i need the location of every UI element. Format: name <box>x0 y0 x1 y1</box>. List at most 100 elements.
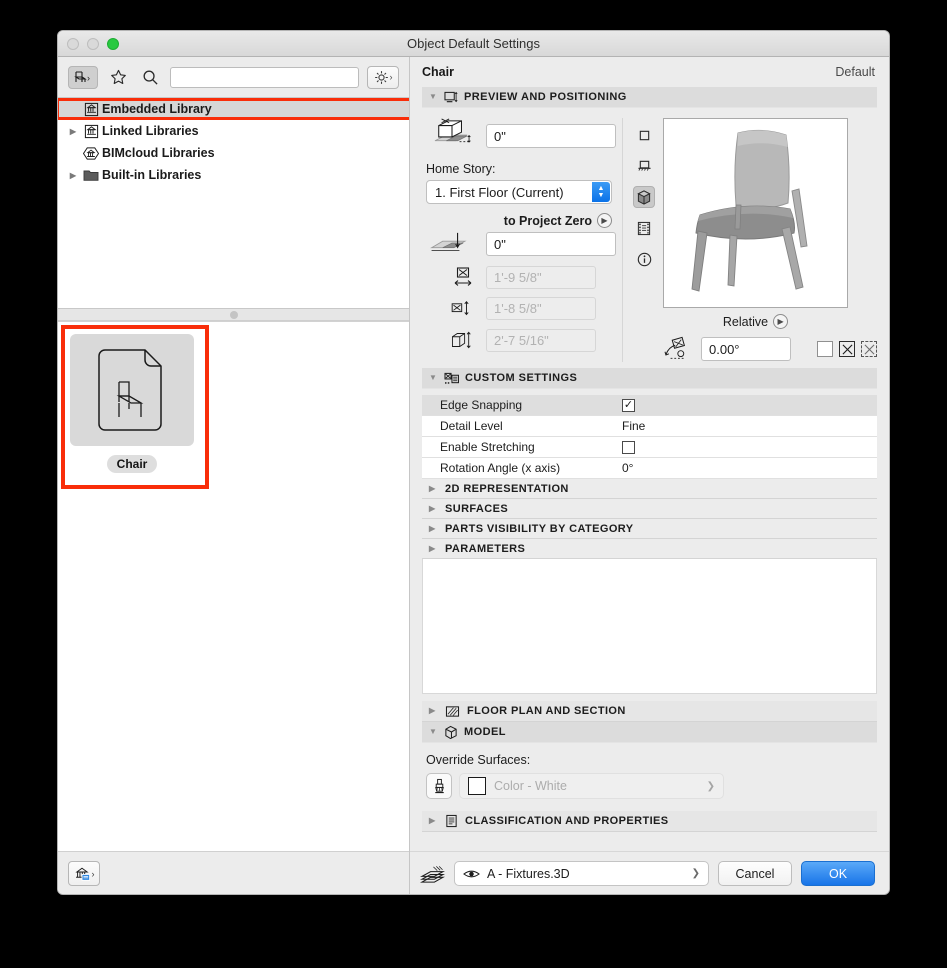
section-title: FLOOR PLAN AND SECTION <box>467 705 626 717</box>
box-on-story-icon <box>426 118 478 154</box>
chevron-down-icon[interactable] <box>429 728 438 736</box>
height-input[interactable]: 2'-7 5/16" <box>486 328 596 352</box>
custom-settings-icon <box>444 372 459 385</box>
tree-item-built-in-libraries[interactable]: ▶ Built-in Libraries <box>58 164 409 186</box>
animation-filmstrip-icon[interactable] <box>633 217 655 239</box>
layers-stack-icon[interactable] <box>420 864 445 884</box>
rotation-angle-input[interactable]: 0.00° <box>701 337 791 361</box>
library-item-chair[interactable]: Chair <box>70 334 194 473</box>
subsection-title: 2D REPRESENTATION <box>445 482 569 495</box>
chair-document-icon <box>70 334 194 446</box>
chair-3d-render[interactable] <box>663 118 848 308</box>
edge-snapping-checkbox[interactable]: ✓ <box>622 398 635 412</box>
library-manager-icon[interactable]: › <box>68 861 100 886</box>
subsection-parts-visibility[interactable]: PARTS VISIBILITY BY CATEGORY <box>422 519 877 539</box>
layer-select[interactable]: A - Fixtures.3D ❯ <box>454 861 709 886</box>
table-row[interactable]: Edge Snapping ✓ <box>422 395 877 416</box>
top-view-icon[interactable] <box>633 124 655 146</box>
elevation-to-zero-input[interactable]: 0" <box>486 232 616 256</box>
panel-splitter[interactable] <box>58 309 409 321</box>
3d-view-icon[interactable] <box>633 186 655 208</box>
section-header-model[interactable]: MODEL <box>422 722 877 743</box>
search-input[interactable] <box>170 66 359 88</box>
title-bar: Object Default Settings <box>58 31 889 57</box>
window-body: › › Embedded Library ▶ Linked Libraries … <box>58 57 889 894</box>
chair-object-icon[interactable]: › <box>68 65 98 89</box>
relative-row[interactable]: Relative ▶ <box>663 314 848 329</box>
floor-plan-section-icon <box>445 705 460 718</box>
library-item-label: Chair <box>106 455 158 473</box>
star-icon[interactable] <box>106 66 130 89</box>
empty-checkbox[interactable] <box>817 341 833 357</box>
section-title: MODEL <box>464 726 506 738</box>
gear-icon[interactable]: › <box>367 65 399 89</box>
section-header-floor-plan-section[interactable]: FLOOR PLAN AND SECTION <box>422 701 877 722</box>
section-header-custom-settings[interactable]: CUSTOM SETTINGS <box>422 368 877 389</box>
tree-item-linked-libraries[interactable]: ▶ Linked Libraries <box>58 120 409 142</box>
table-row[interactable]: Enable Stretching <box>422 437 877 458</box>
section-title: CLASSIFICATION AND PROPERTIES <box>465 815 669 827</box>
cancel-button[interactable]: Cancel <box>718 861 792 886</box>
tree-item-label: Linked Libraries <box>102 124 199 138</box>
preview-column: Relative ▶ 0.00° <box>659 118 877 362</box>
splitter-grip[interactable] <box>229 310 238 319</box>
depth-input[interactable]: 1'-8 5/8" <box>486 297 596 320</box>
chevron-right-icon[interactable]: ▶ <box>66 171 80 180</box>
tree-item-label: BIMcloud Libraries <box>102 146 215 160</box>
search-icon[interactable] <box>138 66 162 89</box>
chevron-right-icon[interactable] <box>429 545 438 553</box>
surface-color-swatch <box>468 777 486 795</box>
tree-item-bimcloud-libraries[interactable]: BIMcloud Libraries <box>58 142 409 164</box>
chevron-right-icon[interactable]: ❯ <box>692 868 700 879</box>
chevron-right-icon[interactable] <box>429 505 438 513</box>
front-elevation-icon[interactable] <box>633 155 655 177</box>
layer-name: A - Fixtures.3D <box>487 866 570 881</box>
section-title: PREVIEW AND POSITIONING <box>464 91 627 103</box>
dialog-footer: A - Fixtures.3D ❯ Cancel OK <box>410 851 889 894</box>
paint-brush-icon[interactable] <box>426 773 452 799</box>
section-header-classification-properties[interactable]: CLASSIFICATION AND PROPERTIES <box>422 811 877 832</box>
subsection-surfaces[interactable]: SURFACES <box>422 499 877 519</box>
home-story-select[interactable]: 1. First Floor (Current) ▲ ▼ <box>426 180 612 204</box>
chevron-down-icon[interactable] <box>429 93 438 101</box>
ok-button[interactable]: OK <box>801 861 875 886</box>
subsection-parameters[interactable]: PARAMETERS <box>422 539 877 559</box>
depth-row: 1'-8 5/8" <box>426 297 622 320</box>
stepper-icon[interactable]: ▲ ▼ <box>592 182 610 202</box>
library-tree: Embedded Library ▶ Linked Libraries BIMc… <box>58 97 409 309</box>
mirrored-solid-icon[interactable] <box>839 341 855 357</box>
svg-text:›: › <box>87 73 90 83</box>
mirrored-dashed-icon[interactable] <box>861 341 877 357</box>
chevron-right-icon[interactable]: ❯ <box>707 781 715 792</box>
library-bank-icon <box>80 124 102 139</box>
tree-item-embedded-library[interactable]: Embedded Library <box>58 98 409 120</box>
table-row[interactable]: Rotation Angle (x axis) 0° <box>422 458 877 479</box>
subsection-2d-representation[interactable]: 2D REPRESENTATION <box>422 479 877 499</box>
table-row[interactable]: Detail Level Fine <box>422 416 877 437</box>
eye-icon[interactable] <box>463 868 480 880</box>
preview-area: Relative ▶ 0.00° <box>622 118 877 362</box>
subsection-title: PARAMETERS <box>445 542 526 555</box>
width-input[interactable]: 1'-9 5/8" <box>486 265 596 289</box>
surface-select[interactable]: Color - White ❯ <box>459 773 724 799</box>
chevron-right-icon[interactable]: ▶ <box>773 314 789 329</box>
info-icon[interactable] <box>633 248 655 270</box>
chevron-right-icon[interactable] <box>429 525 438 533</box>
to-project-zero-label: to Project Zero <box>503 213 592 228</box>
to-project-zero-row[interactable]: to Project Zero ▶ <box>426 213 612 228</box>
height-dimension-icon <box>450 328 476 352</box>
chevron-right-icon[interactable]: ▶ <box>66 127 80 136</box>
settings-header: Chair Default <box>410 57 889 87</box>
chevron-right-icon[interactable]: ▶ <box>597 213 612 228</box>
surface-name: Color - White <box>494 779 567 793</box>
chevron-down-icon[interactable] <box>429 374 438 382</box>
section-header-preview-positioning[interactable]: PREVIEW AND POSITIONING <box>422 87 877 108</box>
chevron-right-icon[interactable] <box>429 707 438 715</box>
view-mode-strip <box>629 118 659 362</box>
elevation-to-story-input[interactable]: 0" <box>486 124 616 148</box>
chevron-right-icon[interactable] <box>429 485 438 493</box>
row-value <box>622 440 877 454</box>
chevron-right-icon[interactable] <box>429 817 438 825</box>
chevron-up-icon: ▲ <box>597 185 605 192</box>
enable-stretching-checkbox[interactable] <box>622 440 635 454</box>
